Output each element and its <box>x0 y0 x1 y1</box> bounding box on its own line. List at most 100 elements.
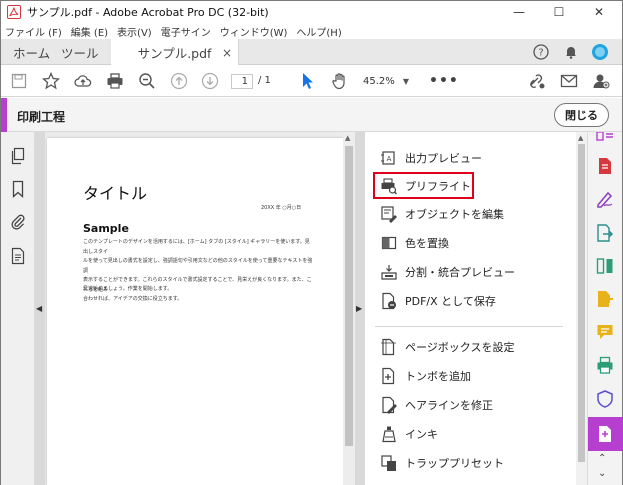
previous-page-icon[interactable] <box>169 71 189 91</box>
tool-page-box[interactable]: ページボックスを設定 <box>379 336 514 358</box>
tools-panel-scrollbar[interactable]: ▲ <box>576 132 587 485</box>
body-line: 合わせれば、アイデアの交換に役立ちます。 <box>83 296 183 302</box>
collapse-right-pane-handle[interactable]: ▶ <box>355 132 365 485</box>
zoom-out-icon[interactable] <box>137 71 157 91</box>
add-user-icon[interactable] <box>591 71 611 91</box>
protect-icon[interactable] <box>596 390 614 408</box>
print-icon[interactable] <box>105 71 125 91</box>
tool-accent-bar <box>1 98 7 132</box>
menu-help[interactable]: ヘルプ(H) <box>296 24 341 39</box>
print-production-rail-icon[interactable] <box>596 356 614 374</box>
scrollbar-thumb[interactable] <box>345 146 353 446</box>
body-line: このテンプレートのデザインを活用するには、[ホーム] タブの [スタイル] ギャ… <box>83 239 310 255</box>
chevron-up-icon[interactable]: ⌃ <box>598 453 606 464</box>
tool-output-preview[interactable]: A 出力プレビュー <box>379 147 482 169</box>
select-pointer-icon[interactable] <box>298 71 318 91</box>
minimize-button[interactable]: — <box>499 1 539 23</box>
comment-pdf-icon[interactable] <box>596 290 614 308</box>
export-pdf-icon[interactable] <box>596 224 614 242</box>
tab-home[interactable]: ホーム <box>13 39 50 65</box>
tool-title: 印刷工程 <box>17 110 66 124</box>
zoom-level-dropdown[interactable]: 45.2% ▼ <box>363 74 411 89</box>
tool-fix-hairlines[interactable]: ヘアラインを修正 <box>379 394 493 416</box>
menu-esign[interactable]: 電子サイン <box>161 24 211 39</box>
page-box-icon <box>379 337 399 357</box>
bell-icon[interactable] <box>562 43 580 61</box>
active-print-production-icon <box>599 426 611 442</box>
tool-label: PDF/X として保存 <box>405 295 496 308</box>
more-tools-icon[interactable]: ••• <box>429 73 459 89</box>
cloud-upload-icon[interactable] <box>73 71 93 91</box>
tool-flattener-preview[interactable]: 分割・統合プレビュー <box>379 261 515 283</box>
help-icon[interactable]: ? <box>532 43 550 61</box>
hand-tool-icon[interactable] <box>330 71 350 91</box>
document-date: 20XX 年 ○月○日 <box>261 205 302 211</box>
chevron-down-icon: ▼ <box>402 77 409 86</box>
replace-color-icon <box>379 233 399 253</box>
tool-trap-preset[interactable]: トラッププリセット <box>379 452 504 474</box>
tool-label: 分割・統合プレビュー <box>405 266 515 279</box>
page-thumbnails-icon[interactable] <box>9 146 27 166</box>
close-tool-button[interactable]: 閉じる <box>554 103 609 127</box>
attachments-icon[interactable] <box>9 212 27 232</box>
document-heading: Sample <box>83 222 129 235</box>
page-total: / 1 <box>258 75 271 86</box>
title-bar: サンプル.pdf - Adobe Acrobat Pro DC (32-bit)… <box>1 1 622 23</box>
pdf-page: タイトル 20XX 年 ○月○日 Sample このテンプレートのデザインを活用… <box>47 138 343 485</box>
account-avatar-icon[interactable] <box>591 43 609 61</box>
fix-hairlines-icon <box>379 395 399 415</box>
tool-header: 印刷工程 閉じる <box>1 98 622 132</box>
fill-sign-icon[interactable] <box>596 190 614 208</box>
rail-active-tool[interactable] <box>588 417 623 451</box>
menu-view[interactable]: 表示(V) <box>117 24 152 39</box>
tool-edit-object[interactable]: オブジェクトを編集 <box>379 203 504 225</box>
organize-pages-icon[interactable] <box>596 130 614 148</box>
tool-save-pdfx[interactable]: PDF/X として保存 <box>379 290 496 312</box>
scroll-up-icon[interactable]: ▲ <box>345 134 350 142</box>
create-pdf-icon[interactable] <box>596 157 614 175</box>
maximize-button[interactable]: ☐ <box>539 1 579 23</box>
mail-icon[interactable] <box>559 71 579 91</box>
bookmarks-icon[interactable] <box>9 179 27 199</box>
collapse-left-pane-handle[interactable]: ◀ <box>35 132 45 485</box>
scroll-up-icon[interactable]: ▲ <box>578 134 583 142</box>
document-view: ◀ タイトル 20XX 年 ○月○日 Sample このテンプレートのデザインを… <box>35 132 355 485</box>
body-line: ルを使って見出しの書式を設定し、強調語句や引用文などの他のスタイルを使って重要な… <box>83 258 313 274</box>
document-closing: 早速始めましょう。作業を開始します。 <box>83 286 173 292</box>
preflight-highlight-box <box>373 172 474 199</box>
chevron-down-icon[interactable]: ⌄ <box>598 468 606 479</box>
page-number-input[interactable]: 1 <box>231 74 253 89</box>
tool-ink[interactable]: インキ <box>379 423 438 445</box>
svg-text:A: A <box>387 155 392 163</box>
printer-marks-icon <box>379 366 399 386</box>
save-icon[interactable] <box>9 71 29 91</box>
tab-document[interactable]: サンプル.pdf × <box>111 39 239 66</box>
zoom-value: 45.2% <box>363 76 395 87</box>
scrollbar-thumb[interactable] <box>578 144 585 462</box>
close-window-button[interactable]: ✕ <box>579 1 619 23</box>
menu-window[interactable]: ウィンドウ(W) <box>220 24 288 39</box>
link-sign-icon[interactable] <box>527 71 547 91</box>
document-scrollbar[interactable]: ▲ <box>343 132 355 485</box>
svg-text:?: ? <box>538 48 543 59</box>
tab-document-label: サンプル.pdf <box>137 46 212 61</box>
comment-icon[interactable] <box>596 323 614 341</box>
output-preview-icon: A <box>379 148 399 168</box>
window-title: サンプル.pdf - Adobe Acrobat Pro DC (32-bit) <box>27 6 269 19</box>
menu-file[interactable]: ファイル (F) <box>5 24 62 39</box>
tool-label: インキ <box>405 428 438 441</box>
tool-replace-color[interactable]: 色を置換 <box>379 232 449 254</box>
page-content-icon[interactable] <box>9 246 27 266</box>
tab-tools[interactable]: ツール <box>61 39 99 65</box>
tool-label: トンボを追加 <box>405 370 471 383</box>
next-page-icon[interactable] <box>200 71 220 91</box>
tab-close-button[interactable]: × <box>222 46 232 60</box>
menu-edit[interactable]: 編集 (E) <box>71 24 108 39</box>
tool-printer-marks[interactable]: トンボを追加 <box>379 365 471 387</box>
acrobat-app-icon <box>7 5 21 19</box>
document-title: タイトル <box>83 184 148 203</box>
bookmark-star-icon[interactable] <box>41 71 61 91</box>
tab-bar: ホーム ツール サンプル.pdf × ? <box>1 39 622 66</box>
combine-files-icon[interactable] <box>596 257 614 275</box>
panel-divider <box>375 326 563 327</box>
